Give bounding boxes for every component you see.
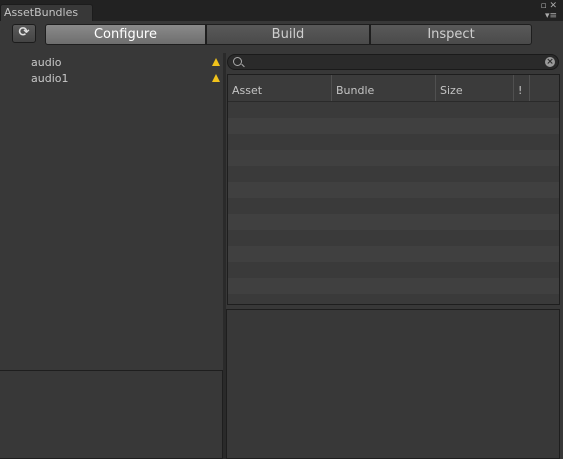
table-row xyxy=(228,198,559,214)
table-row xyxy=(228,102,559,118)
column-header-bundle[interactable]: Bundle xyxy=(332,75,436,101)
menu-icon[interactable]: ▾≡ xyxy=(540,11,557,21)
table-row xyxy=(228,134,559,150)
warning-icon xyxy=(212,74,220,82)
bundle-detail-panel xyxy=(0,370,223,459)
table-row xyxy=(228,294,559,304)
tab-build[interactable]: Build xyxy=(206,24,370,45)
table-rows xyxy=(228,102,559,304)
table-row xyxy=(228,230,559,246)
table-header: Asset Bundle Size ! xyxy=(228,75,559,102)
window-tab-assetbundles[interactable]: AssetBundles xyxy=(0,4,93,21)
toolbar: ⟳ Configure Build Inspect xyxy=(0,21,563,48)
clear-search-icon[interactable]: × xyxy=(545,57,555,67)
restore-icon[interactable]: ▫ ✕ xyxy=(540,1,557,11)
column-header-asset[interactable]: Asset xyxy=(228,75,332,101)
table-row xyxy=(228,278,559,294)
bundle-item-audio[interactable]: audio xyxy=(0,55,223,71)
window-tab-bar: AssetBundles ▫ ✕ ▾≡ xyxy=(0,0,563,21)
search-input[interactable] xyxy=(246,55,536,69)
tab-inspect[interactable]: Inspect xyxy=(370,24,532,45)
column-header-warning[interactable]: ! xyxy=(514,75,530,101)
table-row xyxy=(228,150,559,166)
tab-configure[interactable]: Configure xyxy=(45,24,206,45)
table-row xyxy=(228,214,559,230)
column-header-size[interactable]: Size xyxy=(436,75,514,101)
table-row xyxy=(228,118,559,134)
table-row xyxy=(228,166,559,182)
refresh-icon: ⟳ xyxy=(18,25,30,40)
search-icon xyxy=(233,57,242,66)
bundle-tree-panel[interactable]: audio audio1 xyxy=(0,53,224,368)
bundle-item-label: audio xyxy=(31,56,62,69)
asset-list-table[interactable]: Asset Bundle Size ! xyxy=(227,74,560,305)
bundle-item-audio1[interactable]: audio1 xyxy=(0,71,223,87)
asset-detail-panel xyxy=(226,309,560,459)
table-row xyxy=(228,182,559,198)
search-field[interactable]: × xyxy=(227,54,559,70)
warning-icon xyxy=(212,58,220,66)
table-row xyxy=(228,246,559,262)
bundle-item-label: audio1 xyxy=(31,72,69,85)
refresh-button[interactable]: ⟳ xyxy=(12,24,36,43)
window-controls: ▫ ✕ ▾≡ xyxy=(540,1,557,21)
table-row xyxy=(228,262,559,278)
